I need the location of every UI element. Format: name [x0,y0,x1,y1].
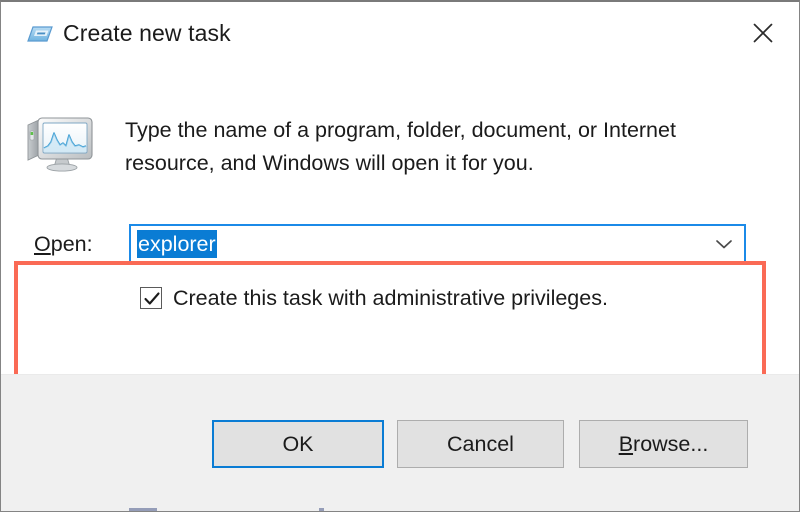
dialog-footer: OK Cancel Browse... [1,374,799,511]
ok-button[interactable]: OK [212,420,384,468]
chevron-down-icon[interactable] [704,226,744,262]
dialog-body: Type the name of a program, folder, docu… [1,64,799,374]
open-combobox[interactable]: explorer [129,224,746,264]
create-new-task-dialog: Create new task [0,0,800,512]
browse-accel-char: B [619,432,633,457]
new-task-window-icon [27,22,53,46]
open-label-rest: pen: [51,232,93,256]
title-bar: Create new task [1,2,799,65]
cancel-button[interactable]: Cancel [397,420,564,468]
open-input[interactable]: explorer [137,230,217,258]
task-manager-monitor-icon [25,105,95,175]
dialog-description: Type the name of a program, folder, docu… [125,114,725,180]
close-icon[interactable] [727,2,799,64]
window-title: Create new task [63,20,231,47]
checkmark-icon [143,290,161,308]
browse-label-rest: rowse... [633,432,708,457]
browse-button[interactable]: Browse... [579,420,748,468]
admin-privileges-checkbox[interactable] [140,287,162,309]
admin-privileges-label: Create this task with administrative pri… [173,286,608,311]
open-field-label: Open: [34,232,93,257]
clipped-bottom-content [1,508,800,511]
admin-privileges-checkbox-row[interactable]: Create this task with administrative pri… [140,283,608,313]
open-accel-char: O [34,232,51,256]
